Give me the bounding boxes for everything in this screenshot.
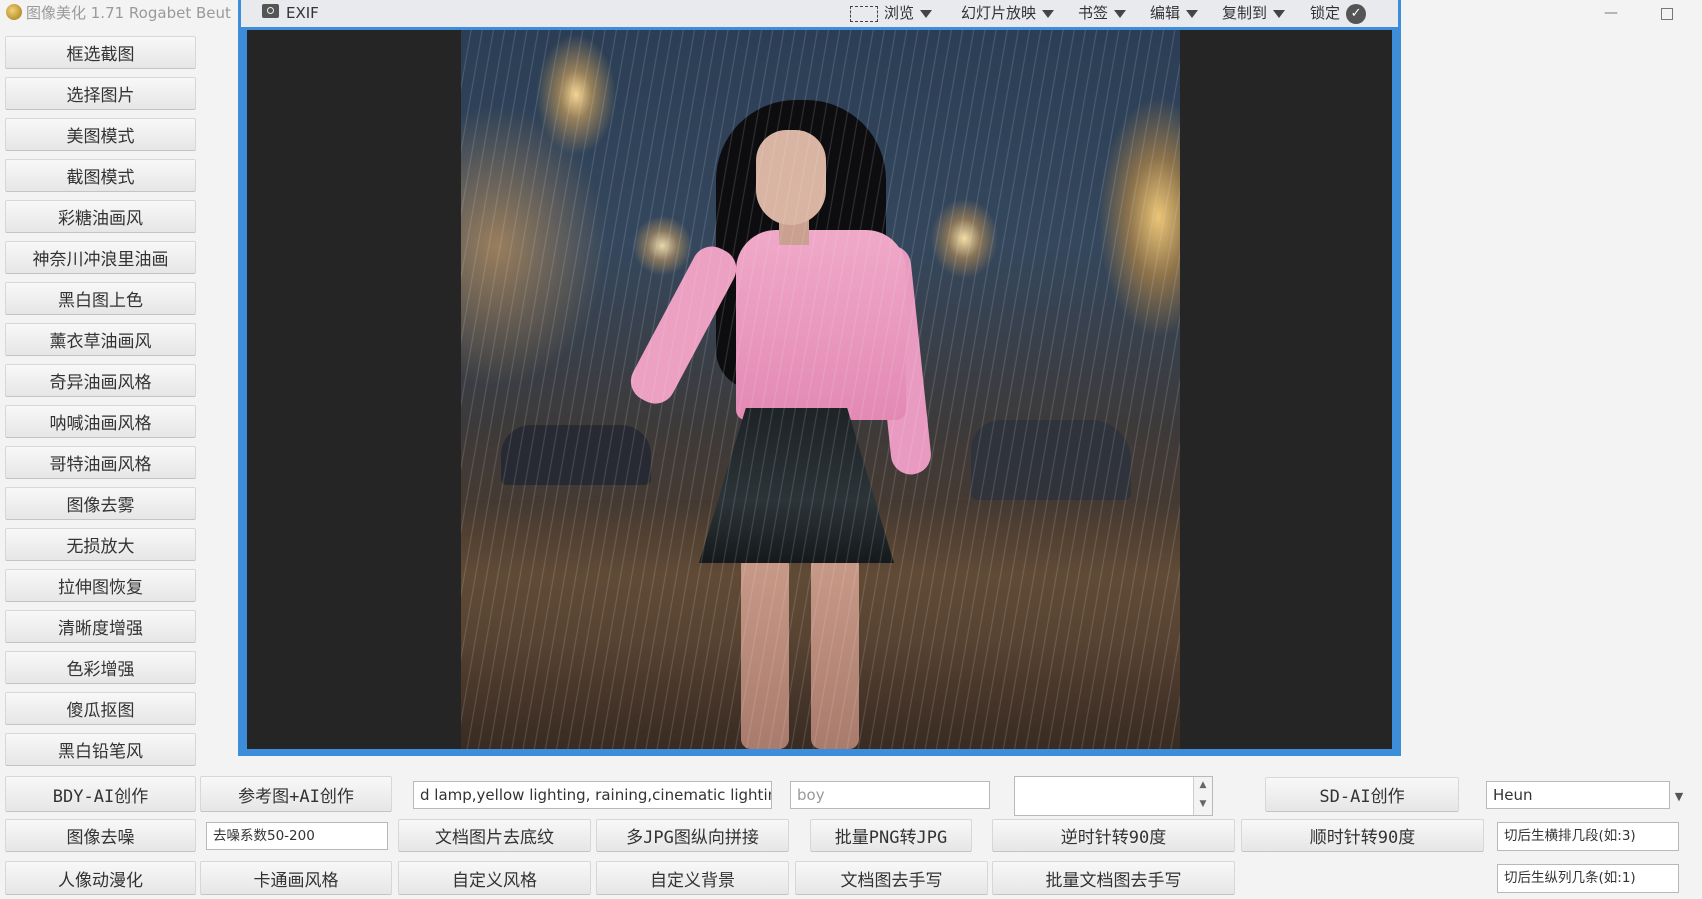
minimize-button[interactable]: — [1600,4,1622,22]
sidebar-item-stretch-restore[interactable]: 拉伸图恢复 [5,569,196,602]
sidebar-item-auto-cutout[interactable]: 傻瓜抠图 [5,692,196,725]
reference-ai-create-button[interactable]: 参考图+AI创作 [200,776,392,812]
sidebar-item-colorize-bw[interactable]: 黑白图上色 [5,282,196,315]
sidebar-item-color-enhance[interactable]: 色彩增强 [5,651,196,684]
sidebar-item-lossless-upscale[interactable]: 无损放大 [5,528,196,561]
photo-rain [461,30,1180,749]
sidebar-item-kanagawa-wave[interactable]: 神奈川冲浪里油画 [5,241,196,274]
chevron-down-icon [920,9,933,18]
multi-jpg-stitch-button[interactable]: 多JPG图纵向拼接 [596,819,789,852]
sidebar-item-beauty-mode[interactable]: 美图模式 [5,118,196,151]
sidebar-item-strange-oil[interactable]: 奇异油画风格 [5,364,196,397]
sidebar-item-dehaze[interactable]: 图像去雾 [5,487,196,520]
sidebar-item-sharpen[interactable]: 清晰度增强 [5,610,196,643]
lock-toggle[interactable]: 锁定 ✓ [1310,1,1367,25]
portrait-anime-button[interactable]: 人像动漫化 [5,861,196,895]
maximize-button[interactable] [1655,4,1677,22]
edit-menu[interactable]: 编辑 [1150,1,1199,25]
custom-background-button[interactable]: 自定义背景 [596,861,789,895]
batch-png-to-jpg-button[interactable]: 批量PNG转JPG [810,819,972,852]
displayed-photo [461,30,1180,749]
sidebar-item-gothic-oil[interactable]: 哥特油画风格 [5,446,196,479]
sidebar-item-candy-oil[interactable]: 彩糖油画风 [5,200,196,233]
bookmarks-menu[interactable]: 书签 [1078,1,1127,25]
chevron-down-icon [1042,9,1055,18]
rotate-ccw-button[interactable]: 逆时针转90度 [992,819,1235,852]
browse-menu[interactable]: 浏览 [850,1,933,25]
sidebar-item-select-image[interactable]: 选择图片 [5,77,196,110]
custom-style-button[interactable]: 自定义风格 [398,861,591,895]
prompt-input[interactable]: d lamp,yellow lighting, raining,cinemati… [413,781,772,809]
browse-icon [850,5,878,22]
image-canvas[interactable] [247,30,1392,749]
chevron-down-icon [1273,9,1286,18]
check-icon: ✓ [1346,3,1367,24]
doc-remove-texture-button[interactable]: 文档图片去底纹 [398,819,591,852]
sidebar-item-scream-oil[interactable]: 呐喊油画风格 [5,405,196,438]
sidebar-item-lavender-oil[interactable]: 薰衣草油画风 [5,323,196,356]
slideshow-menu[interactable]: 幻灯片放映 [961,1,1055,25]
denoise-param-input[interactable]: 去噪系数50-200 [206,822,388,850]
spinner-up-icon[interactable]: ▲ [1194,777,1212,796]
chevron-down-icon[interactable]: ▼ [1670,783,1688,811]
rotate-cw-button[interactable]: 顺时针转90度 [1241,819,1484,852]
sidebar-item-bw-pencil[interactable]: 黑白铅笔风 [5,733,196,766]
sampler-select[interactable]: Heun [1486,781,1670,809]
spinner-down-icon[interactable]: ▼ [1194,796,1212,815]
number-spinner[interactable]: ▲ ▼ [1014,776,1213,816]
batch-doc-remove-handwriting-button[interactable]: 批量文档图去手写 [992,861,1235,895]
cartoon-style-button[interactable]: 卡通画风格 [200,861,392,895]
sd-ai-create-button[interactable]: SD-AI创作 [1265,777,1459,812]
cut-cols-input[interactable]: 切后生纵列几条(如:1) [1497,864,1679,893]
denoise-button[interactable]: 图像去噪 [5,819,196,852]
exif-button[interactable]: EXIF [286,1,319,25]
chevron-down-icon [1186,9,1199,18]
sidebar-item-screenshot-mode[interactable]: 截图模式 [5,159,196,192]
doc-remove-handwriting-button[interactable]: 文档图去手写 [795,861,988,895]
app-icon [6,4,22,20]
window-title: 图像美化 1.71 Rogabet Beut [26,4,231,22]
chevron-down-icon [1114,9,1127,18]
camera-icon[interactable] [262,4,279,18]
cut-rows-input[interactable]: 切后生横排几段(如:3) [1497,822,1679,851]
negative-prompt-input[interactable]: boy [790,781,990,809]
spinner-buttons[interactable]: ▲ ▼ [1193,777,1212,815]
sidebar-item-crop-select[interactable]: 框选截图 [5,36,196,69]
copy-to-menu[interactable]: 复制到 [1222,1,1286,25]
bdy-ai-create-button[interactable]: BDY-AI创作 [5,776,196,812]
maximize-icon [1661,8,1673,20]
